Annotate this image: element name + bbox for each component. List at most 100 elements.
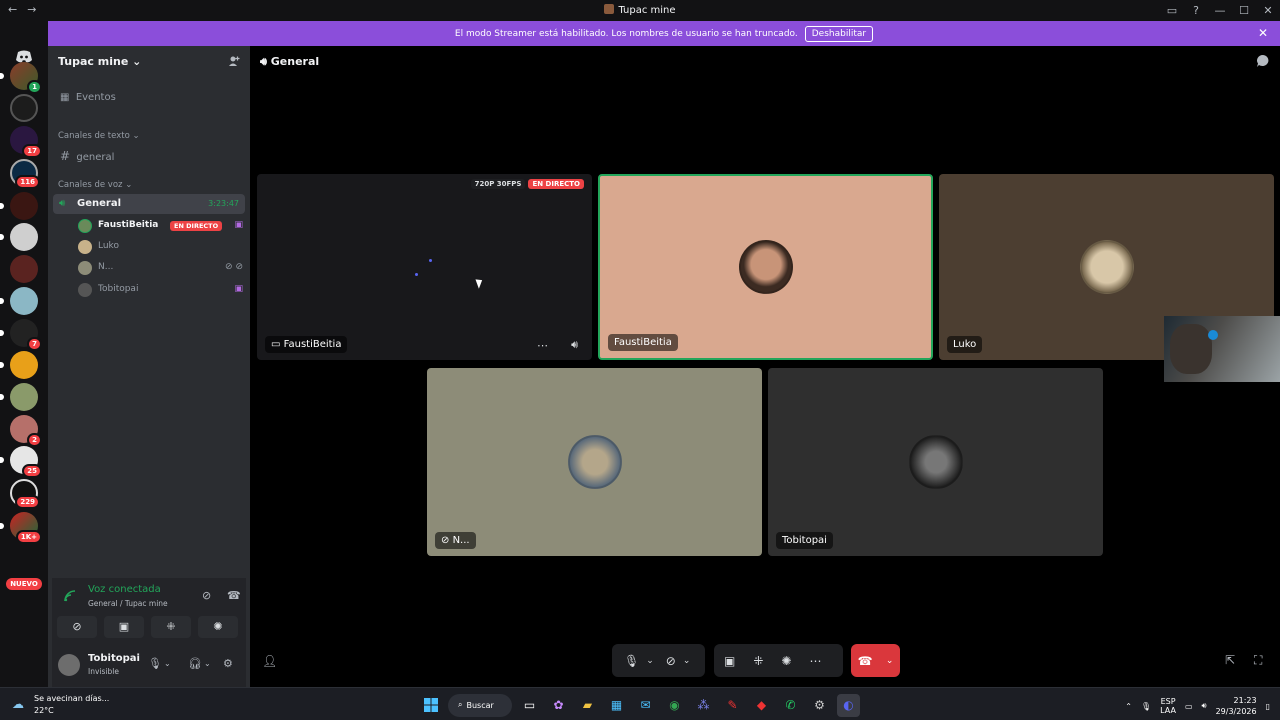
minimize-button[interactable]: — xyxy=(1208,0,1232,21)
popout-icon[interactable]: ⇱ xyxy=(1225,653,1235,667)
participant-tile-faustibeitia[interactable]: FaustiBeitia xyxy=(598,174,933,360)
server-icon[interactable] xyxy=(10,255,38,283)
stream-tile[interactable]: 720P 30FPS EN DIRECTO ▭ FaustiBeitia ⋯ 🔊… xyxy=(257,174,592,360)
text-category[interactable]: Canales de texto ⌄ xyxy=(58,131,140,141)
app-icon[interactable]: ◆ xyxy=(750,694,773,717)
soundboard-icon[interactable]: ✺ xyxy=(781,654,791,668)
network-icon[interactable]: ▭ xyxy=(1185,702,1193,711)
taskbar-search[interactable]: ⌕ Buscar xyxy=(448,693,512,717)
volume-icon[interactable]: 🔊︎ xyxy=(1202,701,1207,711)
server-rail: 1 17 116 7 2 25 229 1K+ NUEVO xyxy=(0,21,48,687)
server-icon[interactable] xyxy=(0,223,38,251)
more-options-icon[interactable]: ⋯ xyxy=(537,339,548,352)
discord-taskbar-icon[interactable]: ◐ xyxy=(837,693,860,717)
server-icon[interactable]: 1 xyxy=(0,62,42,94)
chrome-icon[interactable]: ◉ xyxy=(663,694,686,717)
volume-icon[interactable]: 🔊︎ xyxy=(571,338,578,352)
windows-start-icon[interactable] xyxy=(419,694,442,717)
inbox-icon[interactable]: ▭ xyxy=(1160,0,1184,21)
chevron-down-icon[interactable]: ⌄ xyxy=(683,656,691,666)
channel-general[interactable]: # general xyxy=(60,149,114,163)
server-icon[interactable]: 116 xyxy=(10,159,40,189)
voice-user-item[interactable]: Tobitopai ▣ xyxy=(78,281,243,299)
server-icon[interactable] xyxy=(0,351,38,379)
microphone-icon[interactable]: 🎙︎ xyxy=(624,654,639,668)
settings-gear-icon[interactable]: ⚙ xyxy=(223,657,233,670)
activity-icon: ▣ xyxy=(234,220,243,230)
voice-category[interactable]: Canales de voz ⌄ xyxy=(58,180,132,190)
more-options-icon[interactable]: ⋯ xyxy=(809,654,821,668)
notification-icon[interactable]: ▯ xyxy=(1266,702,1270,711)
events-item[interactable]: ▦ Eventos xyxy=(60,92,116,103)
disable-streamer-button[interactable]: Deshabilitar xyxy=(804,25,874,42)
server-icon[interactable] xyxy=(0,192,38,220)
invite-to-call-icon[interactable]: 👤︎ xyxy=(262,654,277,668)
server-icon[interactable] xyxy=(10,94,38,122)
microphone-icon[interactable]: 🎙︎ xyxy=(148,657,162,670)
server-icon[interactable]: 229 xyxy=(10,479,40,509)
speaker-icon: 🔊︎ xyxy=(260,55,267,68)
tile-name-label: ▭ FaustiBeitia xyxy=(265,336,348,353)
self-camera-preview[interactable] xyxy=(1164,316,1280,382)
noise-suppression-icon[interactable]: ⊘ xyxy=(202,589,211,602)
chevron-down-icon[interactable]: ⌄ xyxy=(204,659,211,668)
server-icon[interactable] xyxy=(0,383,38,411)
live-badge: EN DIRECTO xyxy=(528,179,584,189)
chevron-up-icon[interactable]: ⌃ xyxy=(1125,702,1132,711)
fullscreen-icon[interactable]: ⛶ xyxy=(1254,653,1262,668)
voice-location[interactable]: General / Tupac mine xyxy=(88,599,168,608)
language-indicator[interactable]: ESP LAA xyxy=(1160,697,1176,715)
voice-user-item[interactable]: FaustiBeitia EN DIRECTO ▣ xyxy=(78,217,243,235)
server-icon[interactable]: 7 xyxy=(0,319,42,351)
banner-text: El modo Streamer está habilitado. Los no… xyxy=(454,28,798,39)
server-badge: 1 xyxy=(27,80,42,94)
new-badge[interactable]: NUEVO xyxy=(6,578,42,590)
server-folder-icon[interactable]: 1K+ xyxy=(0,512,42,544)
username[interactable]: Tobitopai xyxy=(88,653,140,664)
activities-icon[interactable]: ⁜ xyxy=(753,654,763,668)
microphone-icon[interactable]: 🎙︎ xyxy=(1141,702,1151,711)
avatar[interactable] xyxy=(58,654,80,676)
app-icon[interactable]: ✎ xyxy=(721,694,744,717)
voice-channel-general[interactable]: 🔊︎ General 3:23:47 xyxy=(53,194,245,214)
close-window-button[interactable]: ✕ xyxy=(1256,0,1280,21)
headphones-icon[interactable]: 🎧︎ xyxy=(188,657,202,670)
camera-off-button[interactable]: ⊘ xyxy=(57,616,97,638)
end-call-button[interactable]: ☎︎ ⌄ xyxy=(851,644,900,677)
whatsapp-icon[interactable]: ✆ xyxy=(779,694,802,717)
weather-icon: ☁︎ xyxy=(12,697,24,711)
server-icon[interactable]: 17 xyxy=(10,126,42,158)
hang-up-icon: ☎︎ xyxy=(857,653,873,668)
voice-user-item[interactable]: N... ⊘ ⊘ xyxy=(78,259,243,277)
server-icon[interactable] xyxy=(0,287,38,315)
participant-tile-n[interactable]: ⊘ N... xyxy=(427,368,762,556)
voice-status: Voz conectada xyxy=(88,584,161,595)
chevron-down-icon[interactable]: ⌄ xyxy=(646,656,654,666)
server-icon[interactable]: 25 xyxy=(0,446,42,478)
chevron-down-icon[interactable]: ⌄ xyxy=(164,659,171,668)
teams-icon[interactable]: ⁂ xyxy=(692,694,715,717)
mail-icon[interactable]: ✉ xyxy=(634,694,657,717)
maximize-button[interactable]: ☐ xyxy=(1232,0,1256,21)
soundboard-button[interactable]: ✺ xyxy=(198,616,238,638)
activities-button[interactable]: ⁜ xyxy=(151,616,191,638)
participant-tile-tobitopai[interactable]: Tobitopai xyxy=(768,368,1103,556)
task-view-icon[interactable]: ▭ xyxy=(518,694,541,717)
store-icon[interactable]: ▦ xyxy=(605,694,628,717)
app-icon[interactable]: ⚙ xyxy=(808,694,831,717)
server-icon[interactable]: 2 xyxy=(10,415,42,447)
chat-bubble-icon[interactable] xyxy=(1256,54,1270,72)
screen-share-icon[interactable]: ▣ xyxy=(724,654,735,668)
camera-off-icon[interactable]: ⊘ xyxy=(666,654,676,668)
screen-share-button[interactable]: ▣ xyxy=(104,616,144,638)
close-banner-icon[interactable]: ✕ xyxy=(1258,26,1268,40)
add-member-icon[interactable] xyxy=(228,55,240,70)
disconnect-icon[interactable]: ☎︎ xyxy=(227,589,241,602)
guild-header[interactable]: Tupac mine ⌄ xyxy=(58,55,141,68)
signal-icon[interactable] xyxy=(64,590,76,605)
help-icon[interactable]: ? xyxy=(1184,0,1208,21)
clock[interactable]: 21:23 29/3/2026 xyxy=(1216,695,1257,717)
copilot-icon[interactable]: ✿ xyxy=(547,694,570,717)
file-explorer-icon[interactable]: ▰ xyxy=(576,694,599,717)
voice-user-item[interactable]: Luko xyxy=(78,238,243,256)
